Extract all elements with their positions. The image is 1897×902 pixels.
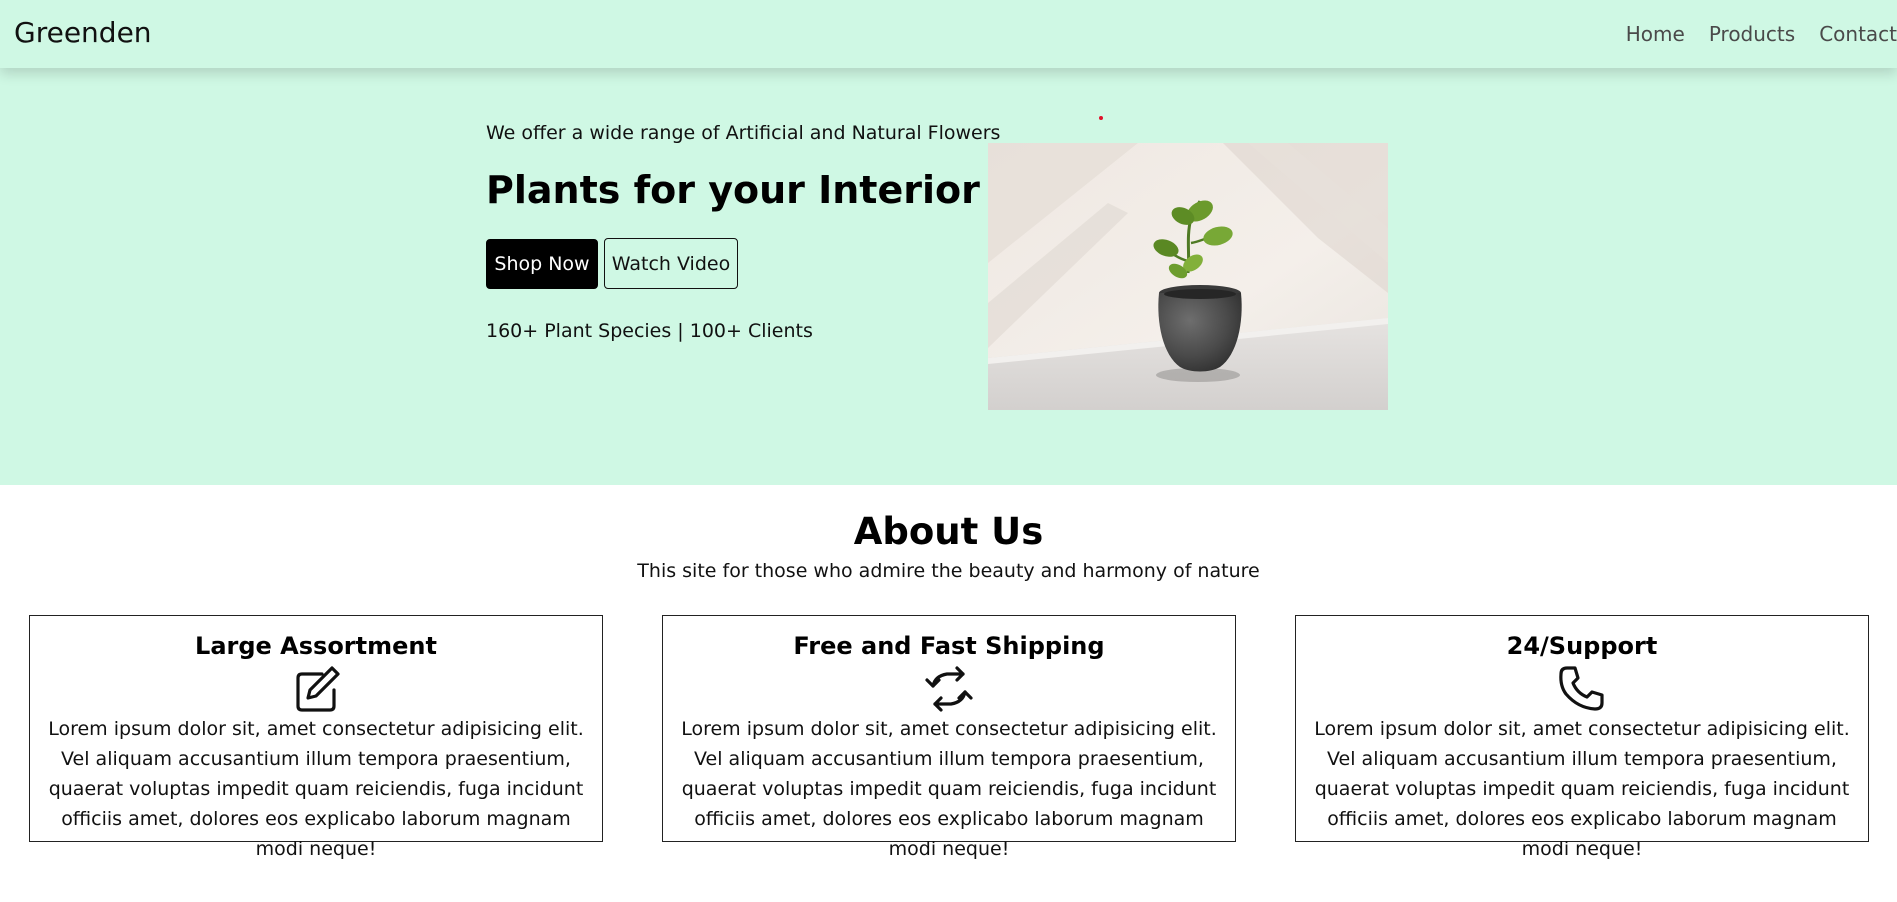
feature-card-large-assortment: Large Assortment Lorem ipsum dolor sit, … — [29, 615, 603, 860]
refresh-arrows-icon — [925, 666, 973, 712]
nav-link-products[interactable]: Products — [1709, 22, 1795, 46]
brand-logo[interactable]: Greenden — [14, 16, 152, 49]
hero-section: We offer a wide range of Artificial and … — [0, 68, 1897, 485]
feature-card-text: Lorem ipsum dolor sit, amet consectetur … — [48, 718, 584, 860]
potted-plant-illustration — [988, 143, 1388, 410]
feature-card-text: Lorem ipsum dolor sit, amet consectetur … — [1314, 718, 1850, 860]
feature-card-title: Free and Fast Shipping — [793, 632, 1105, 660]
nav-link-contact[interactable]: Contact — [1819, 22, 1897, 46]
feature-card-support: 24/Support Lorem ipsum dolor sit, amet c… — [1295, 615, 1869, 860]
feature-card-shipping: Free and Fast Shipping Lorem ipsum dolor… — [662, 615, 1236, 860]
nav-links: Home Products Contact — [1626, 22, 1897, 46]
feature-card-text: Lorem ipsum dolor sit, amet consectetur … — [681, 718, 1217, 860]
hero-subtitle: We offer a wide range of Artificial and … — [486, 122, 1001, 144]
pencil-square-icon — [292, 666, 340, 712]
about-subtitle: This site for those who admire the beaut… — [637, 560, 1260, 582]
hero-plant-image — [988, 143, 1388, 410]
phone-icon — [1558, 666, 1606, 712]
feature-card-title: Large Assortment — [195, 632, 437, 660]
feature-card-title: 24/Support — [1506, 632, 1658, 660]
nav-link-home[interactable]: Home — [1626, 22, 1685, 46]
about-title: About Us — [853, 510, 1044, 553]
hero-stats: 160+ Plant Species | 100+ Clients — [486, 320, 813, 342]
shop-now-button[interactable]: Shop Now — [486, 239, 598, 289]
watch-video-button[interactable]: Watch Video — [604, 238, 738, 289]
hero-title: Plants for your Interior — [486, 168, 980, 212]
navbar: Greenden Home Products Contact — [0, 0, 1897, 68]
red-dot-marker — [1099, 116, 1103, 120]
